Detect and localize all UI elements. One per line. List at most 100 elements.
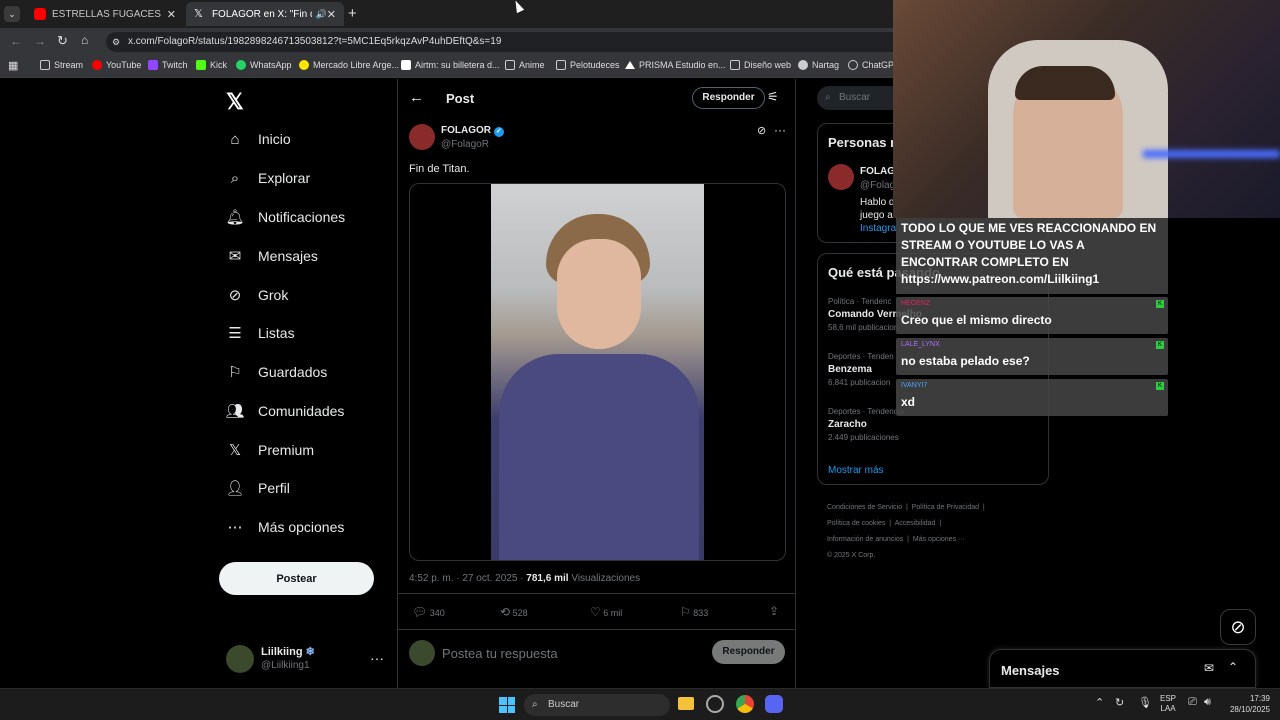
bookmark-airtm[interactable]: Airtm: su billetera d... (401, 60, 500, 70)
heart-icon: ♡ (590, 605, 601, 619)
apps-grid-icon[interactable]: ▦ (8, 59, 18, 72)
sidebar-item-comunidades[interactable]: 👥︎ Comunidades (225, 397, 344, 425)
more-icon[interactable]: ··· (370, 650, 384, 666)
kick-icon (196, 60, 206, 70)
tab-search-button[interactable]: ⌄ (4, 6, 20, 22)
bookmark-chatgpt[interactable]: ChatGPT (848, 60, 900, 70)
discord-icon[interactable] (765, 695, 783, 713)
footer-link[interactable]: Política de Privacidad (912, 504, 979, 511)
post-video[interactable] (409, 183, 786, 561)
account-switcher[interactable]: Liilkiing ❄ @Liilkiing1 ··· (226, 642, 386, 676)
snowflake-icon: ❄ (305, 646, 315, 658)
bookmark-mercadolibre[interactable]: Mercado Libre Arge... (299, 60, 399, 70)
views-count: 781,6 mil (526, 573, 569, 584)
forward-icon[interactable]: → (34, 34, 46, 48)
author-handle[interactable]: @FolagoR (441, 139, 489, 150)
bookmark-nartag[interactable]: Nartag (798, 60, 839, 70)
footer-link[interactable]: Condiciones de Servicio (827, 504, 902, 511)
taskbar-search[interactable]: ⌕ Buscar (524, 694, 670, 716)
home-icon[interactable]: ⌂ (81, 33, 88, 47)
bookmark-prisma[interactable]: PRISMA Estudio en... (625, 60, 726, 70)
sidebar-item-mas-opciones[interactable]: ⋯ Más opciones (226, 513, 345, 541)
file-explorer-icon[interactable] (678, 697, 694, 710)
post-time: 4:52 p. m. · 27 oct. 2025 · (409, 573, 527, 584)
footer-link[interactable]: Accesibilidad (895, 520, 936, 527)
clock[interactable]: 17:39 28/10/2025 (1226, 693, 1270, 715)
bookmark-stream[interactable]: Stream (40, 60, 83, 70)
person-avatar[interactable] (828, 164, 854, 190)
author-avatar[interactable] (409, 124, 435, 150)
person-bio: juego a (860, 210, 893, 221)
new-message-icon[interactable]: ✉ (1204, 661, 1214, 675)
bookmark-pelotudeces[interactable]: Pelotudeces (556, 60, 620, 70)
reply-stat[interactable]: 💬︎ 340 (412, 605, 445, 619)
sidebar-item-label: Grok (258, 287, 289, 303)
sidebar-item-explorar[interactable]: ⌕ Explorar (226, 164, 310, 192)
person-link[interactable]: Instagra (860, 223, 896, 234)
windows-start-icon[interactable] (499, 697, 515, 713)
close-icon[interactable]: ✕ (167, 8, 176, 21)
reply-submit-button[interactable]: Responder (712, 640, 785, 664)
bookmark-diseno-web[interactable]: Diseño web (730, 60, 791, 70)
microphone-icon[interactable]: 🎙︎ (1138, 696, 1152, 709)
app-icon[interactable] (706, 695, 724, 713)
back-arrow-icon[interactable]: ← (409, 89, 424, 106)
sync-icon[interactable]: ↻ (1115, 696, 1124, 709)
sidebar-item-inicio[interactable]: ⌂ Inicio (226, 125, 290, 153)
person-bio: Hablo d (860, 197, 895, 208)
x-logo-icon[interactable]: 𝕏 (226, 89, 244, 115)
close-icon[interactable]: ✕ (327, 8, 336, 21)
sidebar-item-grok[interactable]: ⊘ Grok (226, 281, 289, 309)
footer-link[interactable]: Más opciones ··· (913, 536, 965, 543)
person-name[interactable]: FOLAG (860, 166, 895, 177)
sidebar-item-guardados[interactable]: ⚐ Guardados (226, 358, 327, 386)
sidebar-item-premium[interactable]: 𝕏 Premium (226, 436, 314, 464)
bookmark-whatsapp[interactable]: WhatsApp (236, 60, 292, 70)
chevron-up-icon[interactable]: ⌃ (1228, 660, 1238, 674)
reply-header-button[interactable]: Responder (692, 87, 765, 109)
footer-link[interactable]: Política de cookies (827, 520, 885, 527)
repost-stat[interactable]: ⟲ 528 (500, 605, 528, 619)
url-field[interactable]: ⚙ x.com/FolagoR/status/19828982467135038… (106, 32, 906, 52)
mercadolibre-icon (299, 60, 309, 70)
author-name[interactable]: FOLAGOR ✓ (441, 125, 504, 137)
more-icon[interactable]: ··· (774, 123, 786, 137)
like-stat[interactable]: ♡ 6 mil (590, 605, 622, 619)
bookmark-kick[interactable]: Kick (196, 60, 227, 70)
search-icon: ⌕ (825, 92, 831, 103)
language-indicator[interactable]: ESP LAA (1160, 694, 1176, 714)
network-icon[interactable]: ⎚ (1188, 696, 1197, 709)
settings-sliders-icon[interactable]: ⚟ (767, 89, 779, 105)
webcam-led-light (1143, 150, 1280, 158)
bookmark-anime[interactable]: Anime (505, 60, 545, 70)
sidebar-item-perfil[interactable]: 👤︎ Perfil (225, 474, 289, 502)
bookmark-youtube[interactable]: YouTube (92, 60, 141, 70)
grok-icon[interactable]: ⊘ (757, 124, 766, 137)
tray-chevron-icon[interactable]: ⌃ (1095, 696, 1104, 709)
bookmark-twitch[interactable]: Twitch (148, 60, 188, 70)
show-more-link[interactable]: Mostrar más (828, 465, 884, 476)
speaker-icon[interactable]: 🔊 (316, 9, 327, 20)
wordpress-icon (798, 60, 808, 70)
back-icon[interactable]: ← (10, 34, 22, 48)
volume-icon[interactable]: 🔊︎ (1204, 696, 1211, 709)
new-tab-button[interactable]: + (348, 5, 357, 22)
footer-link[interactable]: Información de anuncios (827, 536, 903, 543)
reply-input[interactable]: Postea tu respuesta (442, 646, 558, 661)
tab-youtube[interactable]: ESTRELLAS FUGACES del ANIM ✕ (26, 2, 184, 26)
chat-message: IVANYI7 xd K (896, 379, 1168, 416)
chrome-icon[interactable] (736, 695, 754, 713)
reload-icon[interactable]: ↻ (57, 33, 68, 49)
post-button[interactable]: Postear (219, 562, 374, 595)
sidebar-item-notificaciones[interactable]: 🔔︎ Notificaciones (225, 203, 345, 231)
messages-drawer[interactable]: Mensajes ✉ ⌃ (989, 649, 1256, 688)
share-icon[interactable]: ⇪ (769, 604, 779, 618)
sidebar-item-mensajes[interactable]: ✉ Mensajes (226, 242, 318, 270)
whatsapp-icon (236, 60, 246, 70)
bookmark-label: PRISMA Estudio en... (639, 60, 726, 70)
grok-floating-button[interactable]: ⊘ (1220, 609, 1256, 645)
bookmark-stat[interactable]: ⚐ 833 (680, 605, 708, 619)
site-info-icon[interactable]: ⚙ (112, 32, 120, 52)
sidebar-item-listas[interactable]: ☰ Listas (226, 319, 294, 347)
tab-x-post[interactable]: 𝕏 FOLAGOR en X: "Fin de Tita 🔊 ✕ (186, 2, 344, 26)
